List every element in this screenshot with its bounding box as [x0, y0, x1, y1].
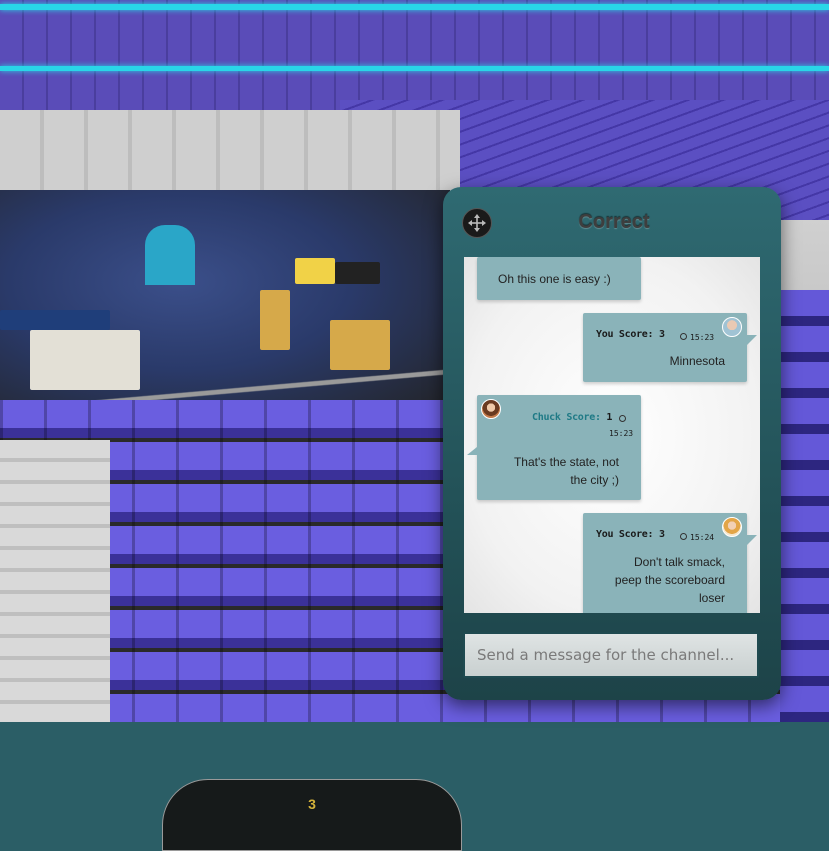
- chat-message: You Score: 3 15:23 Minnesota: [583, 313, 757, 382]
- booth: [260, 290, 290, 350]
- score-value: 1: [606, 412, 613, 423]
- stairs: [0, 440, 110, 722]
- score-value: 3: [658, 329, 665, 340]
- message-author: You: [596, 329, 614, 340]
- led-ribbon-upper: [0, 4, 829, 10]
- score-display: 3: [162, 779, 462, 851]
- message-time: 15:23: [690, 333, 715, 342]
- message-time: 15:24: [690, 533, 715, 542]
- chat-message: Oh this one is easy :): [477, 257, 641, 300]
- message-list[interactable]: Oh this one is easy :) You Score: 3 15:2…: [464, 257, 760, 613]
- score-value: 3: [308, 796, 316, 812]
- message-text: That's the state, not the city ;): [513, 455, 619, 487]
- led-ribbon-lower: [0, 66, 829, 71]
- message-time: 15:23: [609, 429, 634, 438]
- booth-arch: [145, 225, 195, 285]
- score-label: Score:: [566, 412, 601, 423]
- booth-sign: [0, 310, 110, 330]
- message-input[interactable]: [463, 632, 759, 678]
- concourse: [0, 110, 460, 200]
- score-label: Score:: [618, 329, 654, 340]
- avatar: [481, 399, 501, 419]
- score-value: 3: [658, 529, 665, 540]
- chat-title: Correct: [578, 211, 650, 233]
- message-author: Chuck: [532, 412, 561, 423]
- message-author: You: [596, 529, 614, 540]
- clock-icon: [619, 415, 626, 422]
- booth-sign: [295, 258, 335, 284]
- message-text: Oh this one is easy :): [498, 272, 611, 286]
- message-text: Don't talk smack, peep the scoreboard lo…: [614, 555, 725, 605]
- score-label: Score:: [618, 529, 654, 540]
- clock-icon: [680, 533, 687, 541]
- clock-icon: [680, 333, 687, 341]
- chat-message: Chuck Score: 1 15:23 That's the state, n…: [467, 395, 641, 500]
- upper-seating: [0, 0, 829, 110]
- avatar: [722, 317, 742, 337]
- avatar: [722, 517, 742, 537]
- chat-message: You Score: 3 15:24 Don't talk smack, pee…: [583, 513, 757, 613]
- message-text: Minnesota: [669, 354, 725, 368]
- right-seating: [780, 290, 829, 722]
- chat-panel: Correct Oh this one is easy :) You Score…: [443, 187, 781, 700]
- booth-sign: [335, 262, 380, 284]
